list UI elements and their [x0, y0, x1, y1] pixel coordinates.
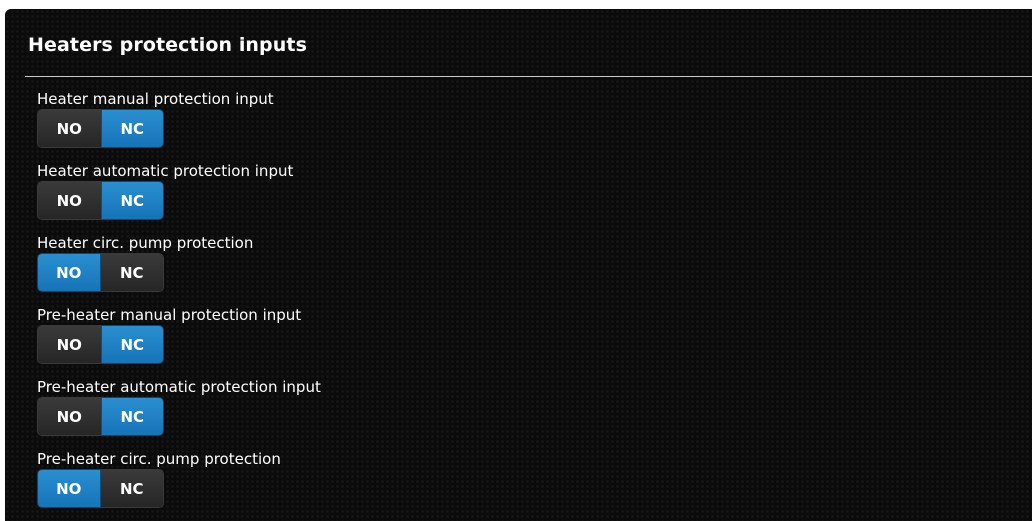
setting-heater-circ-pump-protection: Heater circ. pump protection NO NC: [37, 233, 254, 292]
no-nc-toggle: NO NC: [37, 253, 164, 292]
option-nc[interactable]: NC: [100, 182, 163, 219]
no-nc-toggle: NO NC: [37, 469, 164, 508]
option-nc[interactable]: NC: [100, 326, 163, 363]
panel-title: Heaters protection inputs: [28, 34, 307, 56]
setting-preheater-circ-pump-protection: Pre-heater circ. pump protection NO NC: [37, 449, 281, 508]
no-nc-toggle: NO NC: [37, 325, 164, 364]
setting-preheater-automatic-protection: Pre-heater automatic protection input NO…: [37, 377, 321, 436]
option-nc[interactable]: NC: [100, 398, 163, 435]
setting-label: Pre-heater circ. pump protection: [37, 450, 281, 468]
heaters-protection-panel: Heaters protection inputs Heater manual …: [5, 9, 1032, 521]
setting-label: Heater circ. pump protection: [37, 234, 254, 252]
option-no[interactable]: NO: [38, 398, 101, 435]
option-nc[interactable]: NC: [100, 470, 163, 507]
no-nc-toggle: NO NC: [37, 181, 164, 220]
setting-label: Heater manual protection input: [37, 90, 274, 108]
option-nc[interactable]: NC: [100, 110, 163, 147]
setting-heater-automatic-protection: Heater automatic protection input NO NC: [37, 161, 294, 220]
option-no[interactable]: NO: [38, 470, 101, 507]
no-nc-toggle: NO NC: [37, 109, 164, 148]
option-no[interactable]: NO: [38, 254, 101, 291]
setting-heater-manual-protection: Heater manual protection input NO NC: [37, 89, 274, 148]
setting-label: Heater automatic protection input: [37, 162, 294, 180]
setting-label: Pre-heater manual protection input: [37, 306, 302, 324]
no-nc-toggle: NO NC: [37, 397, 164, 436]
title-divider: [25, 76, 1032, 77]
option-no[interactable]: NO: [38, 182, 101, 219]
setting-label: Pre-heater automatic protection input: [37, 378, 321, 396]
option-no[interactable]: NO: [38, 110, 101, 147]
option-nc[interactable]: NC: [100, 254, 163, 291]
option-no[interactable]: NO: [38, 326, 101, 363]
setting-preheater-manual-protection: Pre-heater manual protection input NO NC: [37, 305, 302, 364]
